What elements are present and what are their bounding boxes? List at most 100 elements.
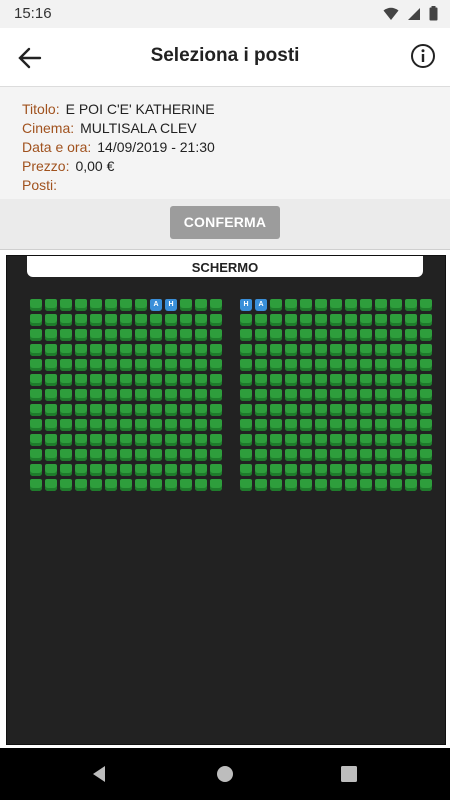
seat[interactable] — [285, 449, 297, 461]
seat[interactable] — [45, 314, 57, 326]
seat[interactable] — [375, 434, 387, 446]
seat[interactable] — [135, 389, 147, 401]
seat[interactable] — [240, 374, 252, 386]
seat[interactable] — [345, 464, 357, 476]
seat[interactable] — [345, 344, 357, 356]
seat[interactable] — [330, 449, 342, 461]
seat[interactable] — [90, 374, 102, 386]
seat[interactable] — [30, 374, 42, 386]
seat[interactable] — [195, 344, 207, 356]
seat[interactable] — [30, 329, 42, 341]
seat[interactable] — [390, 464, 402, 476]
seat[interactable] — [345, 299, 357, 311]
seat[interactable] — [90, 434, 102, 446]
seat[interactable] — [345, 404, 357, 416]
seat[interactable] — [45, 404, 57, 416]
seat[interactable] — [420, 374, 432, 386]
seat[interactable] — [105, 389, 117, 401]
seat[interactable] — [405, 314, 417, 326]
seat[interactable] — [75, 359, 87, 371]
seat[interactable] — [195, 299, 207, 311]
seat[interactable] — [75, 434, 87, 446]
seat[interactable] — [270, 299, 282, 311]
seat[interactable] — [120, 344, 132, 356]
seat[interactable] — [60, 314, 72, 326]
seat[interactable] — [45, 359, 57, 371]
seat[interactable] — [345, 329, 357, 341]
special-seat[interactable]: A — [150, 299, 162, 311]
seat[interactable] — [105, 299, 117, 311]
seat[interactable] — [30, 404, 42, 416]
seat[interactable] — [315, 314, 327, 326]
seat[interactable] — [210, 389, 222, 401]
seat[interactable] — [405, 434, 417, 446]
seat[interactable] — [420, 314, 432, 326]
seat[interactable] — [255, 419, 267, 431]
seat[interactable] — [330, 479, 342, 491]
seat[interactable] — [270, 464, 282, 476]
seat[interactable] — [60, 344, 72, 356]
seat[interactable] — [105, 479, 117, 491]
seat[interactable] — [375, 299, 387, 311]
seat[interactable] — [375, 344, 387, 356]
seat[interactable] — [180, 464, 192, 476]
seat[interactable] — [150, 359, 162, 371]
seat[interactable] — [90, 479, 102, 491]
seat[interactable] — [300, 404, 312, 416]
seat[interactable] — [390, 314, 402, 326]
seat[interactable] — [315, 299, 327, 311]
seat[interactable] — [195, 389, 207, 401]
seat[interactable] — [240, 314, 252, 326]
seat[interactable] — [255, 404, 267, 416]
seat[interactable] — [390, 344, 402, 356]
seat[interactable] — [165, 434, 177, 446]
seat[interactable] — [285, 464, 297, 476]
seat[interactable] — [90, 419, 102, 431]
seat[interactable] — [90, 299, 102, 311]
seat[interactable] — [210, 299, 222, 311]
seat[interactable] — [150, 404, 162, 416]
seat[interactable] — [105, 464, 117, 476]
seat[interactable] — [285, 359, 297, 371]
seat[interactable] — [240, 419, 252, 431]
seat[interactable] — [60, 329, 72, 341]
seat[interactable] — [60, 389, 72, 401]
seat[interactable] — [165, 389, 177, 401]
seat[interactable] — [75, 419, 87, 431]
seat[interactable] — [285, 314, 297, 326]
seat[interactable] — [45, 419, 57, 431]
seat[interactable] — [390, 419, 402, 431]
seat[interactable] — [195, 374, 207, 386]
seat[interactable] — [45, 329, 57, 341]
seat[interactable] — [375, 479, 387, 491]
seat[interactable] — [75, 344, 87, 356]
seat[interactable] — [345, 314, 357, 326]
seat[interactable] — [285, 344, 297, 356]
seat[interactable] — [420, 419, 432, 431]
seat[interactable] — [285, 299, 297, 311]
seat[interactable] — [135, 299, 147, 311]
seat[interactable] — [240, 329, 252, 341]
seat[interactable] — [45, 344, 57, 356]
seat[interactable] — [405, 329, 417, 341]
seat[interactable] — [270, 374, 282, 386]
seat[interactable] — [360, 389, 372, 401]
seat[interactable] — [210, 479, 222, 491]
seat[interactable] — [150, 344, 162, 356]
seat[interactable] — [270, 359, 282, 371]
seat[interactable] — [180, 314, 192, 326]
seat[interactable] — [75, 299, 87, 311]
seat[interactable] — [90, 449, 102, 461]
seat[interactable] — [300, 389, 312, 401]
seat[interactable] — [165, 479, 177, 491]
seat[interactable] — [150, 314, 162, 326]
seat[interactable] — [360, 374, 372, 386]
seat[interactable] — [420, 344, 432, 356]
seat[interactable] — [240, 404, 252, 416]
seat[interactable] — [135, 314, 147, 326]
seat[interactable] — [330, 299, 342, 311]
seat[interactable] — [285, 374, 297, 386]
seat[interactable] — [360, 359, 372, 371]
seat[interactable] — [120, 404, 132, 416]
seat[interactable] — [135, 464, 147, 476]
